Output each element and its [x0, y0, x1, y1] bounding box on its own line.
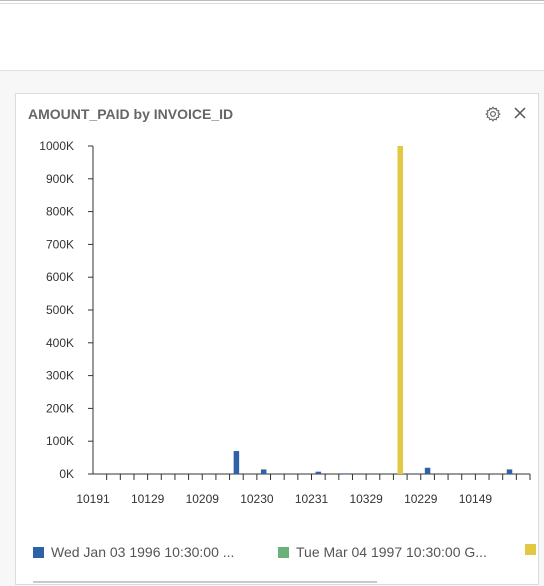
- bar: [506, 469, 513, 474]
- x-tick-label: 10129: [131, 492, 165, 506]
- x-tick-label: 10209: [186, 492, 220, 506]
- x-tick-label: 10230: [240, 492, 274, 506]
- bar-series: [233, 146, 513, 475]
- legend-item[interactable]: Tue Mar 04 1997 10:30:00 G...: [278, 544, 487, 560]
- y-tick-label: 600K: [46, 270, 74, 284]
- x-axis: 10191 10129 10209 10230 10231 10329 10229 10149: [76, 473, 531, 506]
- bar: [315, 471, 322, 474]
- legend-label: Wed Jan 03 1996 10:30:00 ...: [51, 544, 235, 560]
- legend-swatch: [33, 546, 44, 558]
- legend-item[interactable]: Wed Jan 03 1996 10:30:00 ...: [33, 544, 234, 560]
- y-tick-label: 700K: [46, 237, 74, 251]
- chart-widget: AMOUNT_PAID by INVOICE_ID 0K 100K 200K 300K…: [15, 93, 539, 585]
- y-tick-label: 500K: [46, 303, 74, 317]
- y-tick-label: 0K: [59, 467, 74, 481]
- y-tick-label: 200K: [46, 401, 74, 415]
- legend-label: Tue Mar 04 1997 10:30:00 G...: [296, 544, 487, 560]
- top-toolbar: [0, 0, 544, 71]
- x-tick-label: 10329: [349, 492, 383, 506]
- y-tick-label: 800K: [46, 205, 74, 219]
- legend-item[interactable]: [525, 544, 538, 555]
- y-tick-label: 1000K: [39, 139, 74, 153]
- x-tick-label: 10229: [404, 492, 438, 506]
- bar: [260, 469, 267, 474]
- y-tick-label: 100K: [46, 434, 74, 448]
- y-tick-label: 400K: [46, 336, 74, 350]
- y-tick-label: 900K: [46, 172, 74, 186]
- y-axis: 0K 100K 200K 300K 400K 500K 600K 700K 800K 900K 10…: [39, 139, 94, 481]
- horizontal-scrollbar[interactable]: [33, 581, 377, 583]
- y-tick-label: 300K: [46, 369, 74, 383]
- x-tick-label: 10231: [295, 492, 329, 506]
- x-tick-label: 10149: [459, 492, 493, 506]
- bar: [342, 473, 349, 475]
- x-tick-label: 10191: [76, 492, 110, 506]
- legend-swatch: [525, 544, 536, 555]
- bar: [424, 467, 431, 474]
- bar-chart: 0K 100K 200K 300K 400K 500K 600K 700K 800K 900K 10…: [39, 139, 531, 506]
- bar: [233, 451, 240, 474]
- bar: [397, 146, 404, 474]
- legend-swatch: [278, 546, 289, 558]
